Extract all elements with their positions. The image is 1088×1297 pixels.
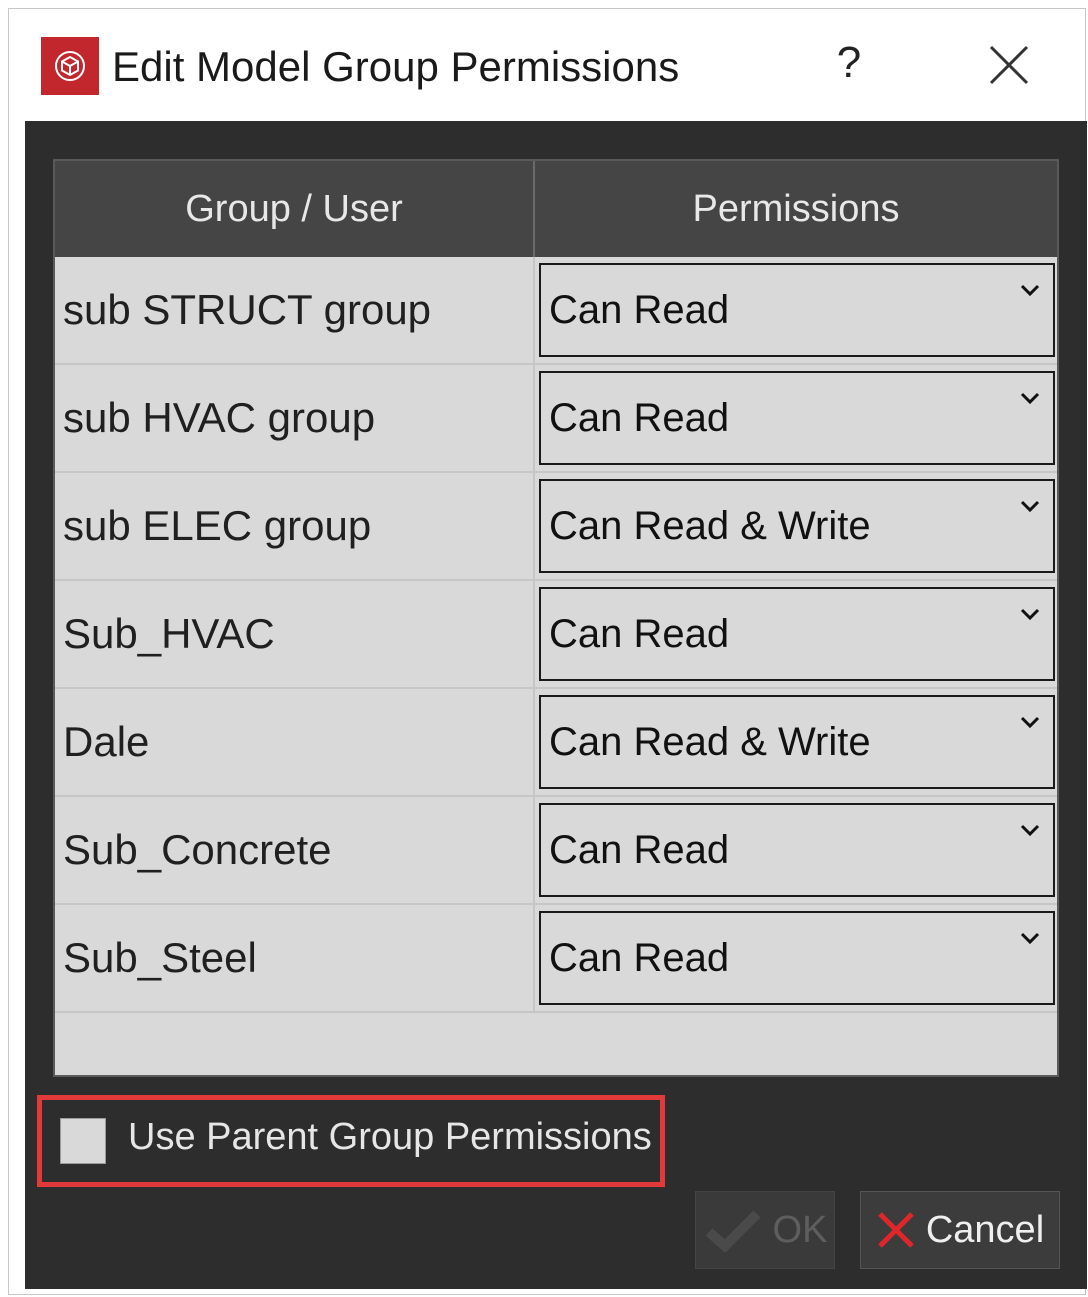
cancel-x-icon: [878, 1212, 914, 1248]
permissions-table: Group / User Permissions sub STRUCT grou…: [53, 159, 1059, 1077]
permission-value: Can Read & Write: [549, 503, 871, 548]
table-row[interactable]: sub ELEC group Can Read & Write: [55, 473, 1057, 581]
table-row[interactable]: Dale Can Read & Write: [55, 689, 1057, 797]
group-user-name: Sub_Steel: [55, 905, 535, 1011]
cancel-button[interactable]: Cancel: [860, 1191, 1060, 1269]
table-row[interactable]: Sub_Concrete Can Read: [55, 797, 1057, 905]
chevron-down-icon: [1020, 716, 1040, 729]
permission-value: Can Read: [549, 827, 730, 872]
group-user-name: sub ELEC group: [55, 473, 535, 579]
group-user-name: Sub_Concrete: [55, 797, 535, 903]
chevron-down-icon: [1020, 284, 1040, 297]
dialog-title: Edit Model Group Permissions: [112, 43, 680, 90]
chevron-down-icon: [1020, 824, 1040, 837]
permission-dropdown[interactable]: Can Read: [539, 371, 1055, 465]
chevron-down-icon: [1020, 932, 1040, 945]
permission-cell: Can Read: [535, 257, 1057, 363]
table-header: Group / User Permissions: [55, 161, 1057, 257]
group-user-name: sub HVAC group: [55, 365, 535, 471]
permission-cell: Can Read: [535, 365, 1057, 471]
permission-dropdown[interactable]: Can Read: [539, 263, 1055, 357]
permission-value: Can Read: [549, 611, 730, 656]
permission-cell: Can Read: [535, 581, 1057, 687]
cancel-label: Cancel: [925, 1208, 1045, 1251]
group-user-name: sub STRUCT group: [55, 257, 535, 363]
ok-button[interactable]: OK: [695, 1191, 835, 1269]
permission-value: Can Read: [549, 395, 730, 440]
permission-cell: Can Read & Write: [535, 473, 1057, 579]
permission-value: Can Read: [549, 287, 730, 332]
table-row[interactable]: Sub_HVAC Can Read: [55, 581, 1057, 689]
dialog-window: Edit Model Group Permissions ? Group / U…: [8, 8, 1087, 1295]
permission-cell: Can Read: [535, 797, 1057, 903]
ok-label: OK: [772, 1208, 828, 1251]
table-row[interactable]: sub STRUCT group Can Read: [55, 257, 1057, 365]
chevron-down-icon: [1020, 392, 1040, 405]
column-header-group-user[interactable]: Group / User: [55, 161, 535, 257]
table-row[interactable]: sub HVAC group Can Read: [55, 365, 1057, 473]
table-body: sub STRUCT group Can Read sub HVAC group…: [55, 257, 1057, 1013]
close-icon[interactable]: [987, 43, 1031, 87]
permission-dropdown[interactable]: Can Read: [539, 587, 1055, 681]
permission-cell: Can Read & Write: [535, 689, 1057, 795]
chevron-down-icon: [1020, 608, 1040, 621]
permission-value: Can Read & Write: [549, 719, 871, 764]
column-header-permissions[interactable]: Permissions: [535, 161, 1057, 257]
app-logo-icon: [41, 37, 99, 95]
chevron-down-icon: [1020, 500, 1040, 513]
group-user-name: Sub_HVAC: [55, 581, 535, 687]
group-user-name: Dale: [55, 689, 535, 795]
permission-dropdown[interactable]: Can Read & Write: [539, 479, 1055, 573]
use-parent-permissions-label[interactable]: Use Parent Group Permissions: [128, 1116, 652, 1159]
permission-cell: Can Read: [535, 905, 1057, 1011]
permission-dropdown[interactable]: Can Read: [539, 911, 1055, 1005]
use-parent-permissions-option[interactable]: Use Parent Group Permissions: [37, 1095, 665, 1187]
checkmark-icon: [705, 1210, 761, 1252]
dialog-body: Group / User Permissions sub STRUCT grou…: [25, 121, 1087, 1289]
table-row[interactable]: Sub_Steel Can Read: [55, 905, 1057, 1013]
help-button[interactable]: ?: [827, 35, 871, 91]
permission-dropdown[interactable]: Can Read: [539, 803, 1055, 897]
use-parent-permissions-checkbox[interactable]: [60, 1118, 106, 1164]
permission-value: Can Read: [549, 935, 730, 980]
title-bar: Edit Model Group Permissions ?: [9, 9, 1085, 121]
permission-dropdown[interactable]: Can Read & Write: [539, 695, 1055, 789]
